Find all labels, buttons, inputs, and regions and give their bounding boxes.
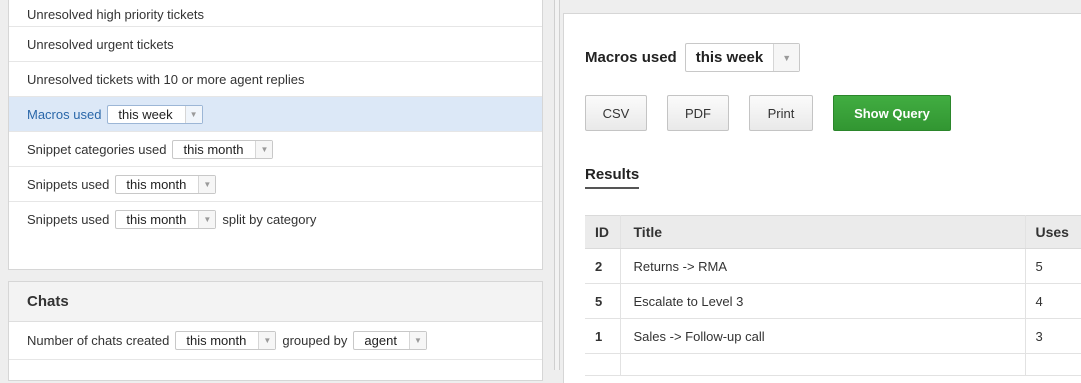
- report-label: Snippet categories used: [27, 141, 167, 157]
- table-row[interactable]: 5 Escalate to Level 3 4: [585, 283, 1081, 319]
- report-item-urgent[interactable]: Unresolved urgent tickets: [9, 27, 542, 62]
- chevron-down-icon: ▼: [198, 211, 216, 228]
- report-mid-label: grouped by: [282, 333, 348, 348]
- cell-uses: 4: [1025, 283, 1081, 319]
- csv-button[interactable]: CSV: [585, 95, 647, 131]
- period-select[interactable]: this month ▼: [175, 331, 277, 350]
- table-row[interactable]: 2 Returns -> RMA 5: [585, 248, 1081, 284]
- chevron-down-icon: ▼: [258, 332, 276, 349]
- report-label: Snippets used: [27, 176, 110, 192]
- chats-report-panel: Chats Number of chats created this month…: [8, 281, 543, 381]
- period-select[interactable]: this week ▼: [107, 104, 203, 124]
- period-select[interactable]: this month ▼: [115, 174, 217, 194]
- cell-id: 1: [585, 318, 621, 354]
- report-label: Unresolved tickets with 10 or more agent…: [27, 71, 305, 87]
- period-select[interactable]: this month ▼: [172, 139, 274, 159]
- print-button[interactable]: Print: [749, 95, 813, 131]
- report-item-macros-used[interactable]: Macros used this week ▼: [9, 97, 542, 132]
- cell-title: Escalate to Level 3: [620, 283, 1026, 319]
- cell-id: 2: [585, 248, 621, 284]
- chevron-down-icon: ▼: [255, 140, 273, 158]
- column-header-title[interactable]: Title: [620, 215, 1026, 249]
- tickets-report-list: Unresolved high priority tickets Unresol…: [8, 0, 543, 270]
- table-header-row: ID Title Uses: [585, 215, 1081, 249]
- period-select-value: this month: [186, 333, 247, 348]
- export-toolbar: CSV PDF Print Show Query: [585, 95, 971, 131]
- cell-uses: [1025, 353, 1081, 376]
- report-item-snippets-used[interactable]: Snippets used this month ▼: [9, 167, 542, 202]
- report-title-text: Macros used: [585, 49, 677, 66]
- report-title: Macros used this week ▼: [585, 43, 806, 72]
- chats-section-title: Chats: [9, 282, 542, 322]
- group-select-value: agent: [364, 333, 397, 348]
- group-select[interactable]: agent ▼: [353, 331, 427, 350]
- report-item-snippets-by-category[interactable]: Snippets used this month ▼ split by cate…: [9, 202, 542, 237]
- report-item-agent-replies[interactable]: Unresolved tickets with 10 or more agent…: [9, 62, 542, 97]
- report-item-high-priority[interactable]: Unresolved high priority tickets: [9, 0, 542, 27]
- report-label: Snippets used: [27, 212, 110, 227]
- cell-id: [585, 353, 621, 376]
- cell-title: Sales -> Follow-up call: [620, 318, 1026, 354]
- reports-sidebar: Unresolved high priority tickets Unresol…: [8, 0, 543, 381]
- chevron-down-icon: ▼: [184, 105, 202, 123]
- report-label: Unresolved high priority tickets: [27, 6, 205, 22]
- period-select-value: this week: [118, 106, 173, 122]
- period-select[interactable]: this month ▼: [115, 210, 217, 229]
- results-heading: Results: [585, 166, 640, 189]
- report-item-partial: [9, 360, 542, 380]
- column-header-uses[interactable]: Uses: [1025, 215, 1081, 249]
- cell-uses: 5: [1025, 248, 1081, 284]
- report-period-select[interactable]: this week ▼: [684, 43, 801, 72]
- table-row-partial: [585, 353, 1081, 376]
- chevron-down-icon: ▼: [408, 332, 426, 349]
- chevron-down-icon: ▼: [198, 175, 216, 193]
- period-select-value: this month: [183, 141, 244, 157]
- report-item-snippet-categories[interactable]: Snippet categories used this month ▼: [9, 132, 542, 167]
- pdf-button[interactable]: PDF: [667, 95, 729, 131]
- show-query-button[interactable]: Show Query: [833, 95, 951, 131]
- chevron-down-icon: ▼: [773, 44, 800, 71]
- table-row[interactable]: 1 Sales -> Follow-up call 3: [585, 318, 1081, 354]
- report-detail-panel: Macros used this week ▼ CSV PDF Print Sh…: [563, 13, 1081, 383]
- period-select-value: this month: [126, 176, 187, 192]
- period-select-value: this month: [126, 212, 187, 227]
- pane-resize-handle[interactable]: [554, 0, 560, 370]
- report-item-chats-created[interactable]: Number of chats created this month ▼ gro…: [9, 322, 542, 360]
- cell-uses: 3: [1025, 318, 1081, 354]
- report-label: Macros used: [27, 106, 102, 122]
- report-label: Number of chats created: [27, 333, 170, 348]
- results-table: ID Title Uses 2 Returns -> RMA 5 5 Escal…: [585, 215, 1081, 376]
- cell-title: Returns -> RMA: [620, 248, 1026, 284]
- report-period-value: this week: [695, 49, 764, 66]
- report-suffix: split by category: [222, 212, 317, 227]
- cell-id: 5: [585, 283, 621, 319]
- column-header-id[interactable]: ID: [585, 215, 621, 249]
- report-label: Unresolved urgent tickets: [27, 36, 174, 52]
- cell-title: [620, 353, 1026, 376]
